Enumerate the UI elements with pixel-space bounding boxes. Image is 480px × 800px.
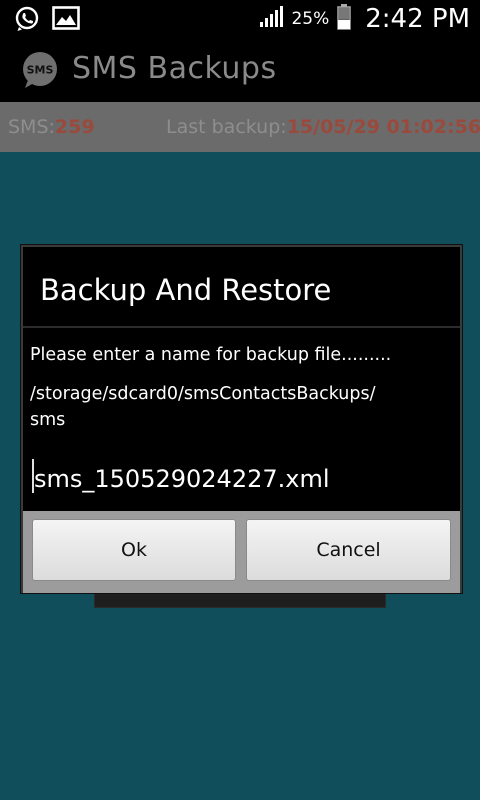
dialog-divider xyxy=(23,326,460,328)
signal-icon xyxy=(259,6,284,32)
action-bar: SMS SMS Backups xyxy=(0,38,480,102)
filename-input[interactable] xyxy=(31,461,451,497)
clock: 2:42 PM xyxy=(365,4,470,34)
sms-count-label: SMS: xyxy=(8,116,55,138)
last-backup-label: Last backup: xyxy=(166,116,287,138)
backup-path: /storage/sdcard0/smsContactsBackups/ sms xyxy=(30,384,376,430)
whatsapp-icon xyxy=(14,6,40,36)
cancel-button[interactable]: Cancel xyxy=(246,519,451,581)
battery-percent: 25% xyxy=(291,9,330,29)
app-title: SMS Backups xyxy=(72,51,277,86)
ok-button[interactable]: Ok xyxy=(32,519,236,581)
sms-count-value: 259 xyxy=(54,116,95,138)
sms-logo-icon: SMS xyxy=(20,50,60,90)
dialog-message: Please enter a name for backup file.....… xyxy=(30,345,392,365)
info-bar: SMS:259 Last backup:15/05/29 01:02:56 xyxy=(0,102,480,152)
dialog-button-bar: Ok Cancel xyxy=(23,511,460,593)
dialog-title: Backup And Restore xyxy=(40,273,332,307)
backup-restore-dialog: Backup And Restore Please enter a name f… xyxy=(21,245,462,593)
last-backup-value: 15/05/29 01:02:56 xyxy=(286,116,480,138)
text-cursor xyxy=(32,459,34,493)
status-bar: 25% 2:42 PM xyxy=(0,0,480,38)
battery-icon xyxy=(337,4,351,34)
svg-text:SMS: SMS xyxy=(27,64,54,77)
gallery-icon xyxy=(52,6,80,36)
